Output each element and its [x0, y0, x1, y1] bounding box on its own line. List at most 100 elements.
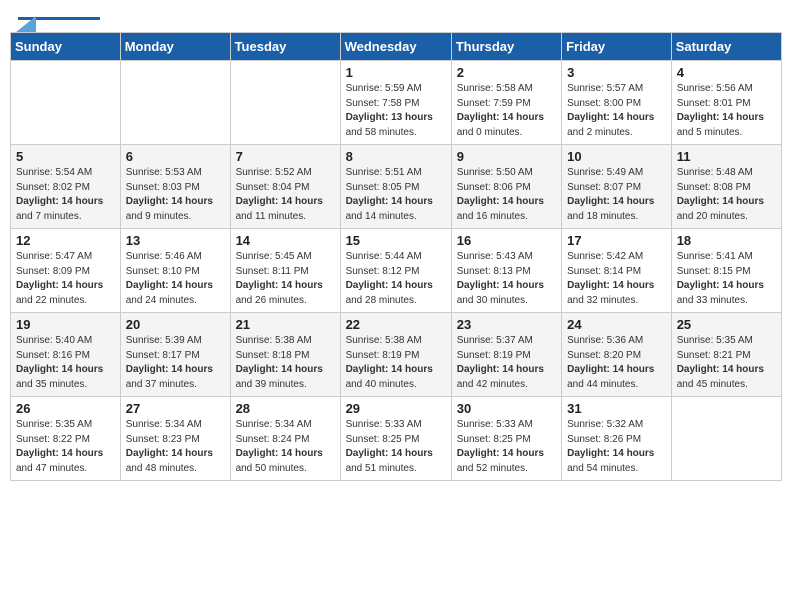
calendar-cell: 2Sunrise: 5:58 AMSunset: 7:59 PMDaylight… [451, 61, 561, 145]
calendar-cell: 19 Sunrise: 5:40 AMSunset: 8:16 PMDayligh… [11, 313, 121, 397]
day-info: Sunrise: 5:35 AMSunset: 8:22 PMDaylight:… [16, 418, 115, 476]
day-number: 29 [346, 401, 446, 416]
day-info: Sunrise: 5:47 AMSunset: 8:09 PMDaylight:… [16, 250, 115, 308]
day-number: 11 [677, 149, 776, 164]
day-number: 30 [457, 401, 556, 416]
calendar-cell: 24 Sunrise: 5:36 AMSunset: 8:20 PMDayligh… [562, 313, 672, 397]
calendar-cell: 23 Sunrise: 5:37 AMSunset: 8:19 PMDayligh… [451, 313, 561, 397]
day-info: Sunrise: 5:48 AMSunset: 8:08 PMDaylight:… [677, 166, 776, 224]
day-info: Sunrise: 5:34 AMSunset: 8:23 PMDaylight:… [126, 418, 225, 476]
day-info: Sunrise: 5:39 AMSunset: 8:17 PMDaylight:… [126, 334, 225, 392]
calendar-cell: 28 Sunrise: 5:34 AMSunset: 8:24 PMDayligh… [230, 397, 340, 481]
calendar-week-row: 1 Sunrise: 5:59 AMSunset: 7:58 PMDaylight… [11, 61, 782, 145]
day-number: 19 [16, 317, 115, 332]
calendar-cell: 27Sunrise: 5:34 AMSunset: 8:23 PMDayligh… [120, 397, 230, 481]
calendar-cell: 20 Sunrise: 5:39 AMSunset: 8:17 PMDayligh… [120, 313, 230, 397]
calendar-cell: 31 Sunrise: 5:32 AMSunset: 8:26 PMDayligh… [562, 397, 672, 481]
calendar-cell [230, 61, 340, 145]
calendar-cell: 11 Sunrise: 5:48 AMSunset: 8:08 PMDayligh… [671, 145, 781, 229]
calendar-cell: 8 Sunrise: 5:51 AMSunset: 8:05 PMDaylight… [340, 145, 451, 229]
day-number: 5 [16, 149, 115, 164]
calendar-cell: 17Sunrise: 5:42 AMSunset: 8:14 PMDayligh… [562, 229, 672, 313]
day-info: Sunrise: 5:34 AMSunset: 8:24 PMDaylight:… [236, 418, 335, 476]
page-header [10, 10, 782, 24]
day-number: 17 [567, 233, 666, 248]
day-number: 4 [677, 65, 776, 80]
calendar-cell [671, 397, 781, 481]
day-number: 28 [236, 401, 335, 416]
day-number: 31 [567, 401, 666, 416]
day-number: 10 [567, 149, 666, 164]
calendar-cell: 13Sunrise: 5:46 AMSunset: 8:10 PMDayligh… [120, 229, 230, 313]
day-number: 25 [677, 317, 776, 332]
day-number: 26 [16, 401, 115, 416]
day-info: Sunrise: 5:44 AMSunset: 8:12 PMDaylight:… [346, 250, 446, 308]
calendar-table: SundayMondayTuesdayWednesdayThursdayFrid… [10, 32, 782, 481]
day-info: Sunrise: 5:43 AMSunset: 8:13 PMDaylight:… [457, 250, 556, 308]
day-info: Sunrise: 5:58 AMSunset: 7:59 PMDaylight:… [457, 82, 556, 140]
day-number: 12 [16, 233, 115, 248]
calendar-cell: 4 Sunrise: 5:56 AMSunset: 8:01 PMDaylight… [671, 61, 781, 145]
day-info: Sunrise: 5:45 AMSunset: 8:11 PMDaylight:… [236, 250, 335, 308]
weekday-header-monday: Monday [120, 33, 230, 61]
calendar-cell: 25 Sunrise: 5:35 AMSunset: 8:21 PMDayligh… [671, 313, 781, 397]
day-info: Sunrise: 5:36 AMSunset: 8:20 PMDaylight:… [567, 334, 666, 392]
day-info: Sunrise: 5:53 AMSunset: 8:03 PMDaylight:… [126, 166, 225, 224]
day-number: 20 [126, 317, 225, 332]
day-number: 13 [126, 233, 225, 248]
calendar-cell: 30 Sunrise: 5:33 AMSunset: 8:25 PMDayligh… [451, 397, 561, 481]
logo [18, 14, 100, 20]
calendar-week-row: 19 Sunrise: 5:40 AMSunset: 8:16 PMDayligh… [11, 313, 782, 397]
day-number: 16 [457, 233, 556, 248]
day-number: 8 [346, 149, 446, 164]
calendar-week-row: 26 Sunrise: 5:35 AMSunset: 8:22 PMDayligh… [11, 397, 782, 481]
day-info: Sunrise: 5:32 AMSunset: 8:26 PMDaylight:… [567, 418, 666, 476]
calendar-cell: 14 Sunrise: 5:45 AMSunset: 8:11 PMDayligh… [230, 229, 340, 313]
day-info: Sunrise: 5:38 AMSunset: 8:18 PMDaylight:… [236, 334, 335, 392]
day-info: Sunrise: 5:40 AMSunset: 8:16 PMDaylight:… [16, 334, 115, 392]
day-info: Sunrise: 5:50 AMSunset: 8:06 PMDaylight:… [457, 166, 556, 224]
day-number: 1 [346, 65, 446, 80]
day-info: Sunrise: 5:37 AMSunset: 8:19 PMDaylight:… [457, 334, 556, 392]
calendar-cell: 21 Sunrise: 5:38 AMSunset: 8:18 PMDayligh… [230, 313, 340, 397]
day-number: 18 [677, 233, 776, 248]
day-number: 21 [236, 317, 335, 332]
calendar-cell: 15 Sunrise: 5:44 AMSunset: 8:12 PMDayligh… [340, 229, 451, 313]
calendar-cell: 1 Sunrise: 5:59 AMSunset: 7:58 PMDaylight… [340, 61, 451, 145]
weekday-header-thursday: Thursday [451, 33, 561, 61]
weekday-header-saturday: Saturday [671, 33, 781, 61]
day-info: Sunrise: 5:33 AMSunset: 8:25 PMDaylight:… [457, 418, 556, 476]
day-number: 14 [236, 233, 335, 248]
calendar-cell [120, 61, 230, 145]
calendar-week-row: 5Sunrise: 5:54 AMSunset: 8:02 PMDaylight… [11, 145, 782, 229]
day-info: Sunrise: 5:41 AMSunset: 8:15 PMDaylight:… [677, 250, 776, 308]
day-number: 24 [567, 317, 666, 332]
logo-arrow-icon [16, 16, 36, 32]
day-number: 15 [346, 233, 446, 248]
calendar-cell: 7Sunrise: 5:52 AMSunset: 8:04 PMDaylight… [230, 145, 340, 229]
day-info: Sunrise: 5:51 AMSunset: 8:05 PMDaylight:… [346, 166, 446, 224]
weekday-header-friday: Friday [562, 33, 672, 61]
calendar-cell: 5Sunrise: 5:54 AMSunset: 8:02 PMDaylight… [11, 145, 121, 229]
day-info: Sunrise: 5:59 AMSunset: 7:58 PMDaylight:… [346, 82, 446, 140]
day-number: 22 [346, 317, 446, 332]
day-info: Sunrise: 5:49 AMSunset: 8:07 PMDaylight:… [567, 166, 666, 224]
day-info: Sunrise: 5:56 AMSunset: 8:01 PMDaylight:… [677, 82, 776, 140]
day-number: 23 [457, 317, 556, 332]
day-number: 7 [236, 149, 335, 164]
calendar-cell: 9 Sunrise: 5:50 AMSunset: 8:06 PMDaylight… [451, 145, 561, 229]
day-info: Sunrise: 5:35 AMSunset: 8:21 PMDaylight:… [677, 334, 776, 392]
weekday-header-tuesday: Tuesday [230, 33, 340, 61]
weekday-header-wednesday: Wednesday [340, 33, 451, 61]
calendar-cell: 3Sunrise: 5:57 AMSunset: 8:00 PMDaylight… [562, 61, 672, 145]
calendar-week-row: 12 Sunrise: 5:47 AMSunset: 8:09 PMDayligh… [11, 229, 782, 313]
day-info: Sunrise: 5:38 AMSunset: 8:19 PMDaylight:… [346, 334, 446, 392]
day-info: Sunrise: 5:57 AMSunset: 8:00 PMDaylight:… [567, 82, 666, 140]
day-info: Sunrise: 5:33 AMSunset: 8:25 PMDaylight:… [346, 418, 446, 476]
day-number: 9 [457, 149, 556, 164]
calendar-cell: 26 Sunrise: 5:35 AMSunset: 8:22 PMDayligh… [11, 397, 121, 481]
day-number: 6 [126, 149, 225, 164]
calendar-cell: 10 Sunrise: 5:49 AMSunset: 8:07 PMDayligh… [562, 145, 672, 229]
calendar-cell: 12 Sunrise: 5:47 AMSunset: 8:09 PMDayligh… [11, 229, 121, 313]
calendar-cell: 18 Sunrise: 5:41 AMSunset: 8:15 PMDayligh… [671, 229, 781, 313]
